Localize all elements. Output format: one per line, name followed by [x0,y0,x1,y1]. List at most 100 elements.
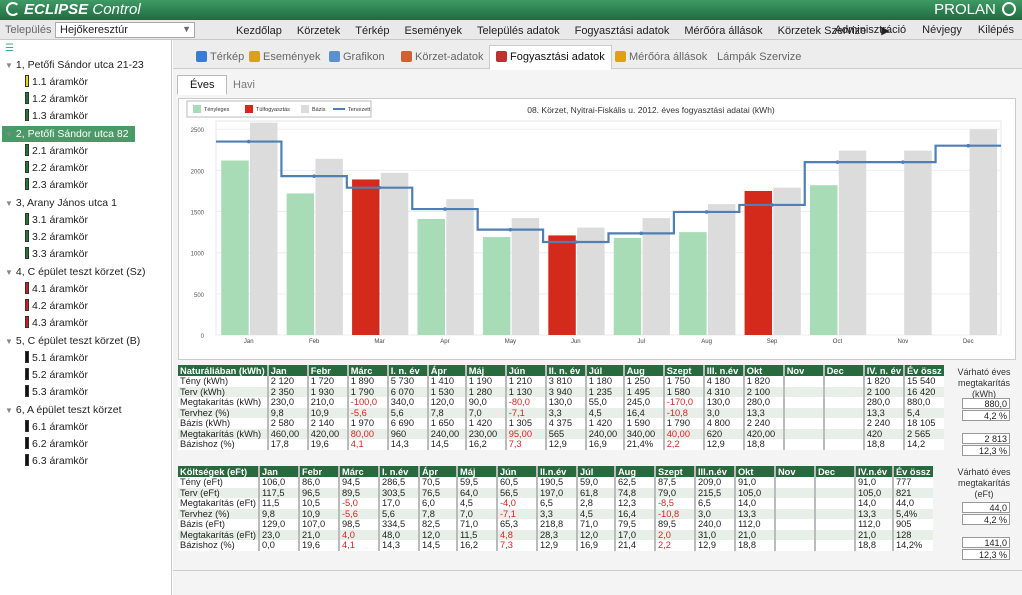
district-node[interactable]: ▼ 1, Petőfi Sándor utca 21-23 [2,57,150,73]
table-row: Bázis (kWh) 2 580 2 140 1 970 6 690 1 650 1 42… [178,418,944,429]
table-cell: 905 [891,519,933,530]
circuit-item[interactable]: 2.3 áramkör [25,178,88,192]
table-cell: 6,5 [535,498,577,509]
table-cell [813,519,855,530]
menu-item[interactable]: Körzetek [297,25,340,37]
collapse-tree-icon[interactable]: ☰ [5,43,14,54]
menu-item[interactable]: Események [405,25,462,37]
table-header-cell: II.n.év [535,466,577,477]
circuit-item[interactable]: 1.1 áramkör [25,75,88,89]
circuit-label: 5.1 áramkör [32,352,89,364]
table-header-cell: Okt [733,466,775,477]
tab-item[interactable]: Mérőóra állások [609,48,713,69]
eclipse-logo: ECLIPSE Control [6,1,141,18]
menu-item[interactable]: Mérőóra állások [684,25,762,37]
menu-item[interactable]: Térkép [355,25,389,37]
table-cell: 10,9 [297,508,339,519]
tab-item[interactable]: Térkép [190,48,250,69]
table-cell: 91,0 [853,477,893,488]
tab-item[interactable]: Grafikon [323,48,391,69]
cost-table: Költségek (eFt) Jan Febr Márc I. n.év Ápr Máj J… [178,466,933,551]
prolan-logo-icon [1002,2,1016,16]
table-cell [822,428,864,439]
circuit-item[interactable]: 2.1 áramkör [25,144,88,158]
period-tab[interactable]: Éves [177,75,228,95]
circuit-label: 2.3 áramkör [32,179,89,191]
table-cell: 21,0 [853,529,893,540]
x-tick-label: Jan [244,339,254,345]
planned-point [966,143,971,148]
table-cell: 13,3 [853,508,893,519]
district-node[interactable]: ▼ 3, Arany János utca 1 [2,195,123,211]
tab-item[interactable]: Fogyasztási adatok [489,45,612,70]
gauge-icon [615,51,626,62]
table-cell: 5 730 [386,376,428,387]
expand-triangle-icon[interactable]: ▼ [5,268,13,277]
admin-menu-item[interactable]: Kilépés [978,24,1014,36]
expand-triangle-icon[interactable]: ▼ [5,61,13,70]
admin-menu-item[interactable]: Adminisztráció [835,24,907,36]
circuit-item[interactable]: 3.3 áramkör [25,247,88,261]
y-tick-label: 2000 [191,169,205,175]
menu-item[interactable]: Település adatok [477,25,560,37]
circuit-item[interactable]: 6.1 áramkör [25,420,88,434]
circuit-item[interactable]: 3.1 áramkör [25,213,88,227]
district-label: 3, Arany János utca 1 [15,197,117,209]
expand-triangle-icon[interactable]: ▼ [5,199,13,208]
circuit-item[interactable]: 6.3 áramkör [25,454,88,468]
planned-point [639,231,644,236]
admin-menu-item[interactable]: Névjegy [922,24,962,36]
circuit-item[interactable]: 2.2 áramkör [25,161,88,175]
table-cell: 620 [702,428,744,439]
legend-label: Tervezett [348,107,371,113]
circuit-item[interactable]: 5.2 áramkör [25,368,88,382]
tab-label: Térkép [210,51,245,63]
circuit-label: 4.2 áramkör [32,300,89,312]
table-cell: 6,0 [417,498,457,509]
circuit-item[interactable]: 5.1 áramkör [25,351,88,365]
settlement-select[interactable]: Hejőkeresztúr ▼ [55,22,195,38]
expand-triangle-icon[interactable]: ▼ [5,130,13,139]
circuit-item[interactable]: 4.3 áramkör [25,316,88,330]
table-cell: -10,8 [662,407,704,418]
circuit-item[interactable]: 5.3 áramkör [25,385,88,399]
table-cell: -5,6 [346,407,388,418]
x-tick-label: Aug [701,339,712,345]
tab-item[interactable]: Lámpák Szervize [711,48,807,69]
table-cell: 117,5 [257,487,299,498]
bar-jun-base [577,227,605,335]
menu-item[interactable]: Fogyasztási adatok [575,25,670,37]
table-cell: Terv (eFt) [178,487,259,498]
circuit-item[interactable]: 6.2 áramkör [25,437,88,451]
table-cell [813,540,855,551]
bar-apr-base [446,199,474,335]
district-node[interactable]: ▼ 4, C épület teszt körzet (Sz) [2,264,151,280]
table-cell: 96,5 [297,487,339,498]
tab-item[interactable]: Események [243,48,326,69]
district-node[interactable]: ▼ 2, Petőfi Sándor utca 82 [2,126,135,142]
horizontal-scrollbar[interactable] [173,570,1022,580]
district-node[interactable]: ▼ 5, C épület teszt körzet (B) [2,333,146,349]
table-cell: 1 790 [662,418,704,429]
x-tick-label: Nov [898,339,909,345]
district-label: 5, C épület teszt körzet (B) [15,335,141,347]
circuit-item[interactable]: 4.2 áramkör [25,299,88,313]
title-bar: ECLIPSE Control PROLAN [0,0,1022,20]
table-cell: 1 590 [622,418,664,429]
circuit-item[interactable]: 1.2 áramkör [25,92,88,106]
menu-item[interactable]: Kezdőlap [236,25,282,37]
expand-triangle-icon[interactable]: ▼ [5,406,13,415]
table-cell: 215,5 [693,487,735,498]
expand-triangle-icon[interactable]: ▼ [5,337,13,346]
circuit-item[interactable]: 1.3 áramkör [25,109,88,123]
tab-label: Mérőóra állások [629,51,708,63]
table-cell [773,519,815,530]
table-cell: 7,0 [464,407,506,418]
period-tab[interactable]: Havi [221,77,267,94]
tab-item[interactable]: Körzet-adatok [395,48,489,69]
table-cell [813,477,855,488]
table-cell: 11,5 [455,529,497,540]
circuit-item[interactable]: 3.2 áramkör [25,230,88,244]
district-node[interactable]: ▼ 6, A épület teszt körzet [2,402,128,418]
circuit-item[interactable]: 4.1 áramkör [25,282,88,296]
